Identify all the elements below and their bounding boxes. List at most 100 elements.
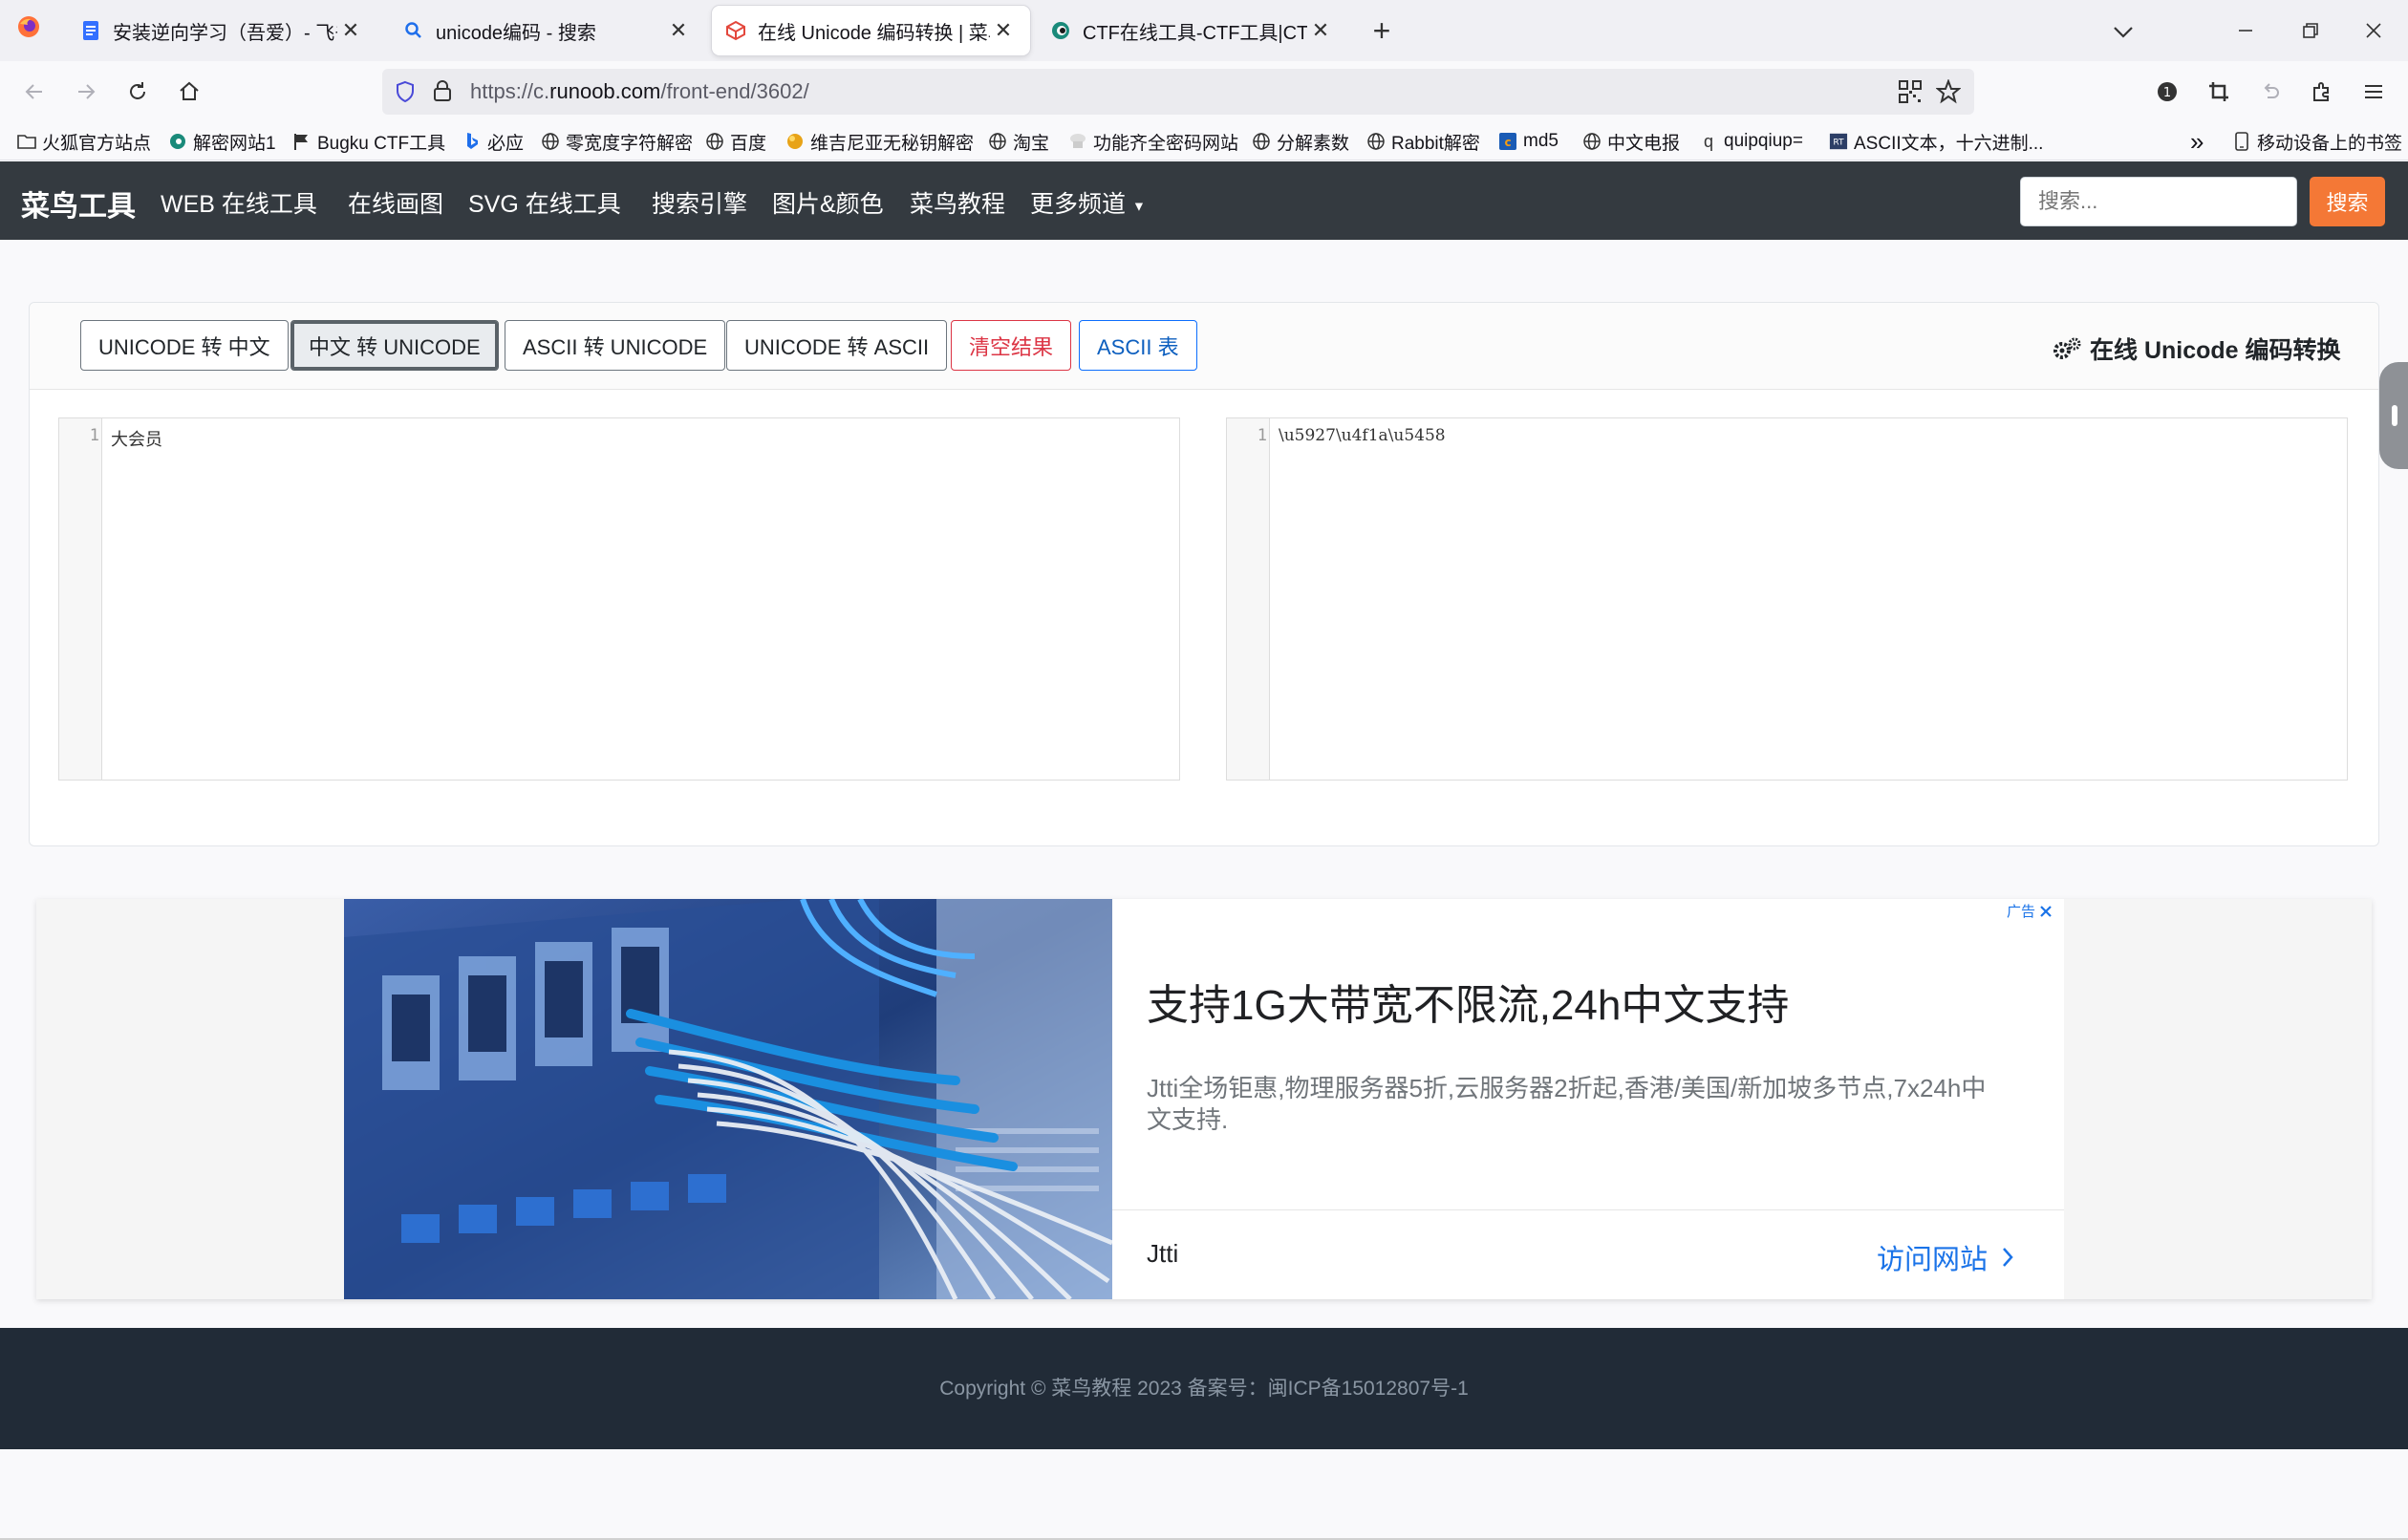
doc-icon bbox=[80, 20, 101, 41]
bookmark-item[interactable]: 零宽度字符解密 bbox=[541, 128, 693, 155]
reload-icon[interactable] bbox=[120, 75, 155, 109]
output-text[interactable]: \u5927\u4f1a\u5458 bbox=[1279, 426, 1446, 445]
url-path: /front-end/3602/ bbox=[660, 79, 809, 103]
qr-code-icon[interactable] bbox=[1898, 79, 1923, 109]
ad-advertiser[interactable]: Jtti bbox=[1147, 1239, 1178, 1269]
bookmark-item[interactable]: 功能齐全密码网站 bbox=[1068, 128, 1238, 155]
tab-runoob-unicode[interactable]: 在线 Unicode 编码转换 | 菜鸟工具 ✕ bbox=[712, 6, 1030, 55]
nav-search-engines[interactable]: 搜索引擎 bbox=[652, 185, 747, 220]
url-prefix: https://c. bbox=[470, 79, 550, 103]
mobile-device-icon bbox=[2232, 132, 2251, 151]
chinese-to-unicode-button[interactable]: 中文 转 UNICODE bbox=[290, 320, 499, 371]
input-text[interactable]: 大会员 bbox=[111, 426, 162, 451]
forward-icon[interactable] bbox=[69, 75, 103, 109]
bookmark-label: 淘宝 bbox=[1013, 133, 1050, 154]
unicode-to-chinese-button[interactable]: UNICODE 转 中文 bbox=[80, 320, 289, 371]
site-header: 菜鸟工具 WEB 在线工具 在线画图 SVG 在线工具 搜索引擎 图片&颜色 菜… bbox=[0, 161, 2408, 240]
bookmark-item[interactable]: q quipqiup= bbox=[1699, 128, 1803, 155]
firefox-menu-icon[interactable] bbox=[11, 13, 46, 48]
url-text[interactable]: https://c.runoob.com/front-end/3602/ bbox=[470, 79, 809, 104]
close-tab-icon[interactable]: ✕ bbox=[1307, 18, 1334, 43]
bookmark-item[interactable]: Rabbit解密 bbox=[1366, 128, 1480, 155]
restore-icon[interactable] bbox=[2293, 13, 2328, 48]
lock-icon[interactable] bbox=[432, 79, 453, 107]
tracking-shield-icon[interactable] bbox=[394, 80, 417, 108]
ascii-table-button[interactable]: ASCII 表 bbox=[1079, 320, 1197, 371]
site-search-input[interactable] bbox=[2020, 177, 2297, 226]
converter-title: 在线 Unicode 编码转换 bbox=[2052, 332, 2341, 366]
side-panel-handle[interactable] bbox=[2379, 362, 2408, 469]
bookmark-item[interactable]: 必应 bbox=[462, 128, 524, 155]
bookmark-item[interactable]: Bugku CTF工具 bbox=[292, 128, 445, 155]
converter-card: UNICODE 转 中文 中文 转 UNICODE ASCII 转 UNICOD… bbox=[29, 302, 2379, 846]
tab-feishu-doc[interactable]: 安装逆向学习（吾爱）- 飞书云文档 ✕ bbox=[67, 6, 377, 55]
nav-svg-tools[interactable]: SVG 在线工具 bbox=[468, 185, 621, 220]
chef-icon bbox=[1068, 132, 1087, 151]
input-editor[interactable]: 1 大会员 bbox=[58, 417, 1180, 781]
line-gutter bbox=[1227, 418, 1270, 780]
url-domain: runoob.com bbox=[549, 79, 661, 103]
undo-icon[interactable] bbox=[2253, 75, 2288, 109]
bookmark-item[interactable]: 分解素数 bbox=[1252, 128, 1349, 155]
ascii-to-unicode-button[interactable]: ASCII 转 UNICODE bbox=[505, 320, 726, 371]
bookmark-item[interactable]: 火狐官方站点 bbox=[17, 128, 151, 155]
globe-icon bbox=[1582, 132, 1602, 151]
bing-icon bbox=[462, 132, 482, 151]
more-bookmarks-button[interactable]: » bbox=[2190, 127, 2204, 156]
tab-title: unicode编码 - 搜索 bbox=[436, 22, 596, 44]
unicode-to-ascii-button[interactable]: UNICODE 转 ASCII bbox=[726, 320, 948, 371]
address-bar[interactable]: https://c.runoob.com/front-end/3602/ bbox=[382, 69, 1974, 115]
ad-choices-label[interactable]: 广告 bbox=[2007, 901, 2053, 921]
minimize-icon[interactable] bbox=[2228, 13, 2263, 48]
bookmark-item[interactable]: c md5 bbox=[1498, 128, 1559, 155]
ad-content[interactable]: 支持1G大带宽不限流,24h中文支持 Jtti全场钜惠,物理服务器5折,云服务器… bbox=[344, 899, 2064, 1299]
globe-icon bbox=[988, 132, 1007, 151]
nav-runoob-tutorial[interactable]: 菜鸟教程 bbox=[910, 185, 1005, 220]
bookmark-label: 零宽度字符解密 bbox=[566, 133, 694, 154]
globe-icon bbox=[705, 132, 724, 151]
new-tab-button[interactable]: + bbox=[1365, 13, 1399, 48]
bookmark-star-icon[interactable] bbox=[1935, 78, 1962, 109]
bookmark-item[interactable]: 解密网站1 bbox=[168, 128, 276, 155]
bookmark-label: 分解素数 bbox=[1277, 133, 1350, 154]
tab-title: CTF在线工具-CTF工具|CTF编码 bbox=[1083, 22, 1307, 44]
ad-visit-site-button[interactable]: 访问网站 bbox=[1877, 1237, 2014, 1277]
extensions-icon[interactable] bbox=[2305, 75, 2339, 109]
globe-icon bbox=[1252, 132, 1271, 151]
output-editor[interactable]: 1 \u5927\u4f1a\u5458 bbox=[1226, 417, 2348, 781]
bookmark-item[interactable]: RT ASCII文本，十六进制... bbox=[1829, 128, 2043, 155]
site-footer: Copyright © 菜鸟教程 2023 备案号：闽ICP备15012807号… bbox=[0, 1328, 2408, 1449]
hamburger-menu-icon[interactable] bbox=[2356, 75, 2391, 109]
nav-images-colors[interactable]: 图片&颜色 bbox=[772, 185, 884, 220]
bookmark-item[interactable]: 维吉尼亚无秘钥解密 bbox=[785, 128, 974, 155]
password-manager-icon[interactable]: 1 bbox=[2150, 75, 2184, 109]
nav-online-drawing[interactable]: 在线画图 bbox=[348, 185, 443, 220]
site-search-button[interactable]: 搜索 bbox=[2310, 177, 2385, 226]
list-all-tabs-icon[interactable] bbox=[2106, 13, 2140, 48]
home-icon[interactable] bbox=[172, 75, 206, 109]
bookmark-item[interactable]: 中文电报 bbox=[1582, 128, 1680, 155]
clear-results-button[interactable]: 清空结果 bbox=[951, 320, 1072, 371]
ad-image-network-switch[interactable] bbox=[344, 899, 1112, 1299]
nav-web-tools[interactable]: WEB 在线工具 bbox=[161, 185, 317, 220]
screenshot-crop-icon[interactable] bbox=[2202, 75, 2236, 109]
globe-icon bbox=[541, 132, 560, 151]
bookmark-item[interactable]: 百度 bbox=[705, 128, 766, 155]
svg-text:c: c bbox=[1504, 136, 1511, 149]
rt-icon: RT bbox=[1829, 132, 1848, 151]
close-ad-icon[interactable] bbox=[2039, 905, 2053, 918]
tab-ctf-tools[interactable]: CTF在线工具-CTF工具|CTF编码 ✕ bbox=[1037, 6, 1347, 55]
mobile-bookmarks-folder[interactable]: 移动设备上的书签 bbox=[2232, 128, 2402, 155]
nav-more-channels[interactable]: 更多频道 ▼ bbox=[1030, 185, 1146, 220]
runoob-icon bbox=[725, 20, 746, 41]
close-tab-icon[interactable]: ✕ bbox=[990, 18, 1017, 43]
back-icon[interactable] bbox=[17, 75, 52, 109]
close-tab-icon[interactable]: ✕ bbox=[337, 18, 364, 43]
ad-headline[interactable]: 支持1G大带宽不限流,24h中文支持 bbox=[1147, 971, 1789, 1032]
close-window-icon[interactable] bbox=[2356, 13, 2391, 48]
flag-icon bbox=[292, 132, 312, 151]
tab-bing-search[interactable]: unicode编码 - 搜索 ✕ bbox=[390, 6, 705, 55]
site-logo[interactable]: 菜鸟工具 bbox=[21, 182, 136, 225]
close-tab-icon[interactable]: ✕ bbox=[665, 18, 692, 43]
bookmark-item[interactable]: 淘宝 bbox=[988, 128, 1049, 155]
